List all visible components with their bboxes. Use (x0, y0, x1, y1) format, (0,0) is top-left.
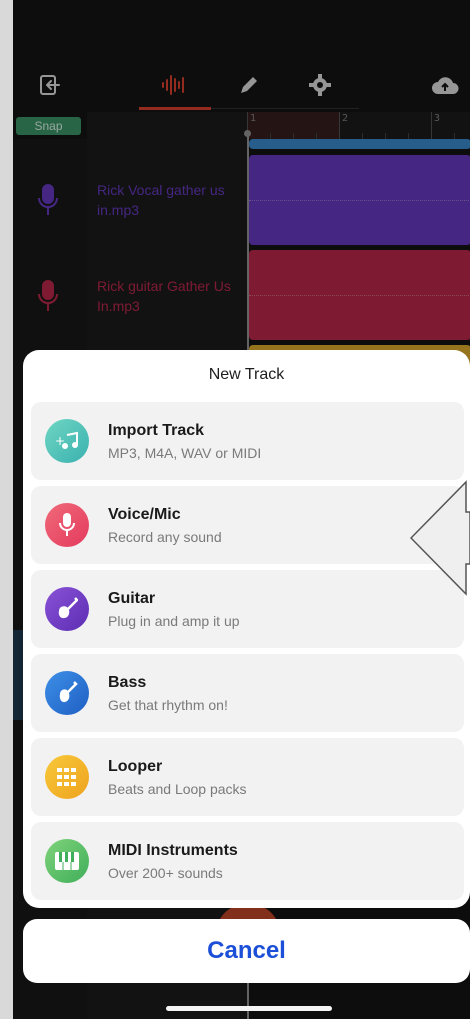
option-voice-mic[interactable]: Voice/Mic Record any sound (31, 486, 464, 564)
looper-grid-icon (45, 755, 89, 799)
option-title: Bass (108, 674, 147, 691)
option-title: Guitar (108, 590, 156, 607)
option-bass[interactable]: Bass Get that rhythm on! (31, 654, 464, 732)
home-indicator[interactable] (166, 1006, 332, 1011)
option-looper[interactable]: Looper Beats and Loop packs (31, 738, 464, 816)
microphone-icon (45, 503, 89, 547)
option-subtitle: Beats and Loop packs (108, 781, 247, 797)
sheet-title: New Track (208, 366, 285, 383)
cancel-button[interactable]: Cancel (23, 919, 470, 983)
option-subtitle: MP3, M4A, WAV or MIDI (108, 445, 262, 461)
piano-keys-icon (45, 839, 89, 883)
option-midi-instruments[interactable]: MIDI Instruments Over 200+ sounds (31, 822, 464, 900)
option-title: MIDI Instruments (108, 842, 238, 859)
option-title: Looper (108, 758, 163, 775)
option-import-track[interactable]: + Import Track MP3, M4A, WAV or MIDI (31, 402, 464, 480)
option-subtitle: Plug in and amp it up (108, 613, 240, 629)
option-subtitle: Over 200+ sounds (108, 865, 223, 881)
option-title: Import Track (108, 422, 205, 439)
bass-icon (45, 671, 89, 715)
pointer-arrow-icon (409, 480, 470, 601)
guitar-icon (45, 587, 89, 631)
option-subtitle: Get that rhythm on! (108, 697, 228, 713)
option-title: Voice/Mic (108, 506, 181, 523)
option-guitar[interactable]: Guitar Plug in and amp it up (31, 570, 464, 648)
option-subtitle: Record any sound (108, 529, 222, 545)
new-track-sheet: New Track + Import Track MP3, M4A, WAV o… (23, 350, 470, 908)
import-music-icon: + (45, 419, 89, 463)
app-screen: Snap 1 2 3 Rick Vocal gather us in.mp3 R… (13, 0, 470, 1019)
